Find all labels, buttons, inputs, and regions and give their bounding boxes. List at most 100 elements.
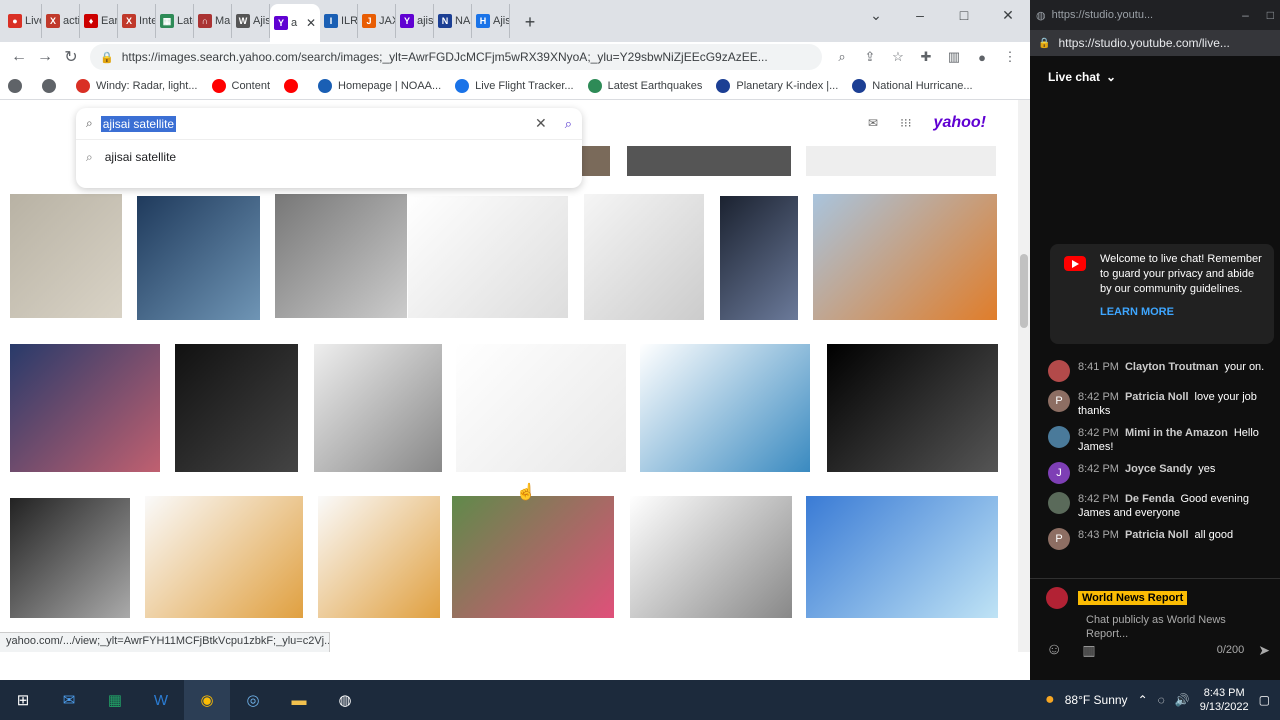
cortana-icon[interactable]: ◎ [230, 680, 276, 720]
file-explorer-icon[interactable]: ▬ [276, 680, 322, 720]
image-result-satellite-in-orbit[interactable] [720, 196, 798, 320]
yt-address-bar[interactable]: 🔒 https://studio.youtube.com/live... [1030, 30, 1280, 56]
image-result-ajisai-diagram-2[interactable] [318, 496, 440, 618]
browser-tab[interactable]: H Ajis [472, 4, 510, 38]
chart-icon[interactable]: ▥ [1082, 642, 1095, 659]
image-result-ajisai-lab-photo[interactable] [275, 194, 407, 318]
browser-tab[interactable]: ▦Late [156, 4, 194, 38]
excel-icon[interactable]: ▦ [92, 680, 138, 720]
tab-close-icon[interactable]: ✕ [306, 16, 316, 30]
send-icon[interactable]: ➤ [1258, 642, 1270, 659]
browser-tab[interactable]: JJAX [358, 4, 396, 38]
avatar[interactable]: J [1048, 462, 1070, 484]
image-result-ajisai-diagram-1[interactable] [145, 496, 303, 618]
bookmark-item[interactable]: Live Flight Tracker... [455, 78, 574, 93]
obs-icon[interactable]: ◍ [322, 680, 368, 720]
image-result-partial[interactable] [806, 146, 996, 176]
browser-tab[interactable]: X Inte [118, 4, 156, 38]
yahoo-logo[interactable]: yahoo! [934, 114, 986, 132]
clock[interactable]: 8:43 PM 9/13/2022 [1200, 686, 1249, 714]
image-result-hydrangea-flowers[interactable] [452, 496, 614, 618]
image-result-line-charts-grid[interactable] [456, 344, 626, 472]
start-icon[interactable]: ⊞ [0, 680, 46, 720]
mail-icon[interactable]: ✉ [868, 116, 878, 130]
tray-chevron-icon[interactable]: ⌃ [1138, 693, 1148, 707]
live-chat-header[interactable]: Live chat ⌄ [1030, 56, 1280, 98]
yt-minimize-icon[interactable]: – [1242, 8, 1249, 22]
zoom-icon[interactable]: ⌕ [828, 44, 856, 70]
chat-author[interactable]: Patricia Noll [1125, 391, 1189, 403]
image-result-partial[interactable] [627, 146, 791, 176]
chevron-down-icon[interactable]: ⌄ [854, 0, 898, 30]
forward-icon[interactable]: → [32, 44, 58, 70]
chat-author[interactable]: Patricia Noll [1125, 529, 1189, 541]
image-result-earth-globe[interactable] [137, 196, 260, 320]
emoji-icon[interactable]: ☺ [1046, 641, 1062, 659]
image-result-dot-plot-chart[interactable] [408, 196, 568, 318]
back-icon[interactable]: ← [6, 44, 32, 70]
image-result-ais-sds4-diagram[interactable] [806, 496, 998, 618]
bookmark-item[interactable]: Content [211, 78, 270, 93]
share-icon[interactable]: ⇪ [856, 44, 884, 70]
sidepanel-icon[interactable]: ▥ [940, 44, 968, 70]
image-result-laser-beam-night[interactable] [175, 344, 298, 472]
network-icon[interactable]: ◌ [1158, 693, 1165, 707]
mail-app-icon[interactable]: ✉ [46, 680, 92, 720]
image-result-ajisai-sphere[interactable] [10, 498, 130, 618]
bookmark-item[interactable] [8, 78, 28, 93]
minimize-icon[interactable]: – [898, 0, 942, 30]
apps-grid-icon[interactable]: ⁝⁝⁝ [900, 116, 911, 130]
image-result-satellite-black-space[interactable] [827, 344, 998, 472]
chat-author[interactable]: De Fenda [1125, 493, 1175, 505]
volume-icon[interactable]: 🔊 [1175, 693, 1190, 707]
image-result-satellite-illustration[interactable] [10, 194, 122, 318]
notifications-icon[interactable]: ▢ [1259, 693, 1270, 707]
bookmark-item[interactable]: National Hurricane... [852, 78, 973, 93]
image-result-signal-band-chart[interactable] [640, 344, 810, 472]
image-result-3d-surface-plot[interactable] [584, 194, 704, 320]
address-bar[interactable]: 🔒 https://images.search.yahoo.com/search… [90, 44, 822, 70]
search-box[interactable]: ⌕ ajisai satellite ✕ ⌕ ⌕ ajisai satellit… [76, 108, 582, 188]
chrome-icon[interactable]: ◉ [184, 680, 230, 720]
chat-author[interactable]: Mimi in the Amazon [1125, 427, 1228, 439]
browser-tab[interactable]: Yajisi [396, 4, 434, 38]
bookmark-item[interactable] [284, 78, 304, 93]
browser-tab[interactable]: Xacti [42, 4, 80, 38]
chat-author[interactable]: Joyce Sandy [1125, 463, 1192, 475]
browser-tab[interactable]: IILRS [320, 4, 358, 38]
clear-icon[interactable]: ✕ [535, 115, 547, 132]
yt-maximize-icon[interactable]: □ [1267, 8, 1274, 22]
chat-author[interactable]: Clayton Troutman [1125, 361, 1219, 373]
avatar[interactable]: P [1048, 528, 1070, 550]
browser-tab[interactable]: ∩Mar [194, 4, 232, 38]
browser-tab[interactable]: ●Live [4, 4, 42, 38]
bookmark-item[interactable]: Windy: Radar, light... [76, 78, 198, 93]
chat-input[interactable]: Chat publicly as World News Report... [1086, 613, 1264, 641]
close-icon[interactable]: ✕ [986, 0, 1030, 30]
browser-tab[interactable]: ♦Eart [80, 4, 118, 38]
browser-tab[interactable]: Ya ✕ [270, 4, 320, 42]
search-submit-icon[interactable]: ⌕ [565, 116, 572, 132]
word-icon[interactable]: W [138, 680, 184, 720]
bookmark-item[interactable]: Planetary K-index |... [716, 78, 838, 93]
new-tab-button[interactable]: + [516, 8, 544, 36]
star-icon[interactable]: ☆ [884, 44, 912, 70]
bookmark-item[interactable]: Homepage | NOAA... [318, 78, 441, 93]
avatar[interactable]: P [1048, 390, 1070, 412]
reload-icon[interactable]: ↻ [58, 44, 84, 70]
weather-text[interactable]: 88°F Sunny [1065, 693, 1128, 707]
avatar[interactable] [1048, 426, 1070, 448]
learn-more-link[interactable]: LEARN MORE [1100, 305, 1264, 320]
maximize-icon[interactable]: □ [942, 0, 986, 30]
browser-tab[interactable]: NNAS [434, 4, 472, 38]
image-result-ship-photo[interactable] [813, 194, 997, 320]
image-result-reflector-sphere-closeup[interactable] [314, 344, 442, 472]
search-suggestion[interactable]: ⌕ ajisai satellite [76, 140, 582, 174]
image-result-observatory-dusk[interactable] [10, 344, 160, 472]
bookmark-item[interactable]: Latest Earthquakes [587, 78, 702, 93]
profile-icon[interactable]: ● [968, 44, 996, 70]
search-input[interactable]: ajisai satellite [100, 115, 177, 132]
menu-icon[interactable]: ⋮ [996, 44, 1024, 70]
scrollbar-thumb[interactable] [1020, 254, 1028, 328]
image-result-satellite-constellation-sample[interactable] [630, 496, 792, 618]
